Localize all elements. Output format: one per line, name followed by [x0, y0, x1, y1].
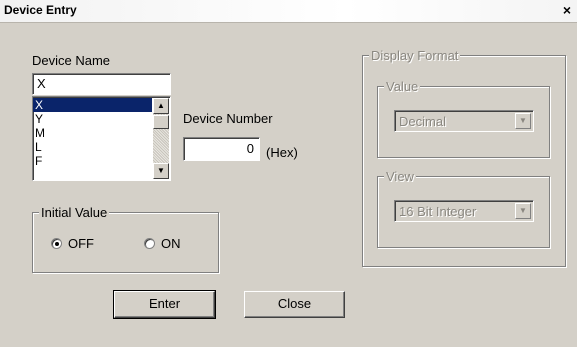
device-name-label: Device Name	[32, 53, 111, 68]
radio-on-label: ON	[161, 236, 181, 251]
close-icon[interactable]: ×	[563, 2, 571, 18]
scroll-down-icon[interactable]: ▼	[153, 163, 169, 179]
initial-value-group: Initial Value OFF ON	[32, 205, 219, 273]
list-item[interactable]: F	[33, 154, 152, 168]
list-scrollbar[interactable]: ▲ ▼	[153, 98, 169, 179]
list-item[interactable]: Y	[33, 112, 152, 126]
view-format-select: 16 Bit Integer ▼	[394, 200, 534, 222]
display-format-title: Display Format	[369, 48, 461, 63]
view-group-title: View	[384, 169, 416, 184]
value-group: Value Decimal ▼	[377, 79, 550, 158]
list-item[interactable]: X	[33, 98, 152, 112]
list-item[interactable]: M	[33, 126, 152, 140]
dropdown-arrow-icon: ▼	[515, 113, 531, 129]
close-button[interactable]: Close	[244, 291, 345, 318]
hex-unit-label: (Hex)	[266, 145, 298, 160]
radio-on[interactable]: ON	[144, 236, 181, 251]
view-format-text: 16 Bit Integer	[399, 204, 477, 219]
enter-button[interactable]: Enter	[113, 290, 216, 319]
value-group-title: Value	[384, 79, 421, 94]
device-name-input[interactable]: X	[32, 73, 171, 95]
value-format-text: Decimal	[399, 114, 446, 129]
display-format-group: Display Format Value Decimal ▼ View 16 B…	[362, 48, 566, 267]
dialog-title: Device Entry	[4, 3, 77, 17]
view-group: View 16 Bit Integer ▼	[377, 169, 550, 248]
radio-off-label: OFF	[68, 236, 94, 251]
value-format-select: Decimal ▼	[394, 110, 534, 132]
title-bar[interactable]: Device Entry ×	[0, 0, 577, 23]
initial-value-title: Initial Value	[39, 205, 110, 220]
radio-selected-icon[interactable]	[51, 238, 62, 249]
device-name-list[interactable]: X Y M L F ▲ ▼	[32, 96, 171, 181]
device-number-label: Device Number	[183, 111, 273, 126]
radio-unselected-icon[interactable]	[144, 238, 155, 249]
scroll-up-icon[interactable]: ▲	[153, 98, 169, 114]
list-item[interactable]: L	[33, 140, 152, 154]
device-entry-dialog: Device Entry × Device Name X X Y M L F ▲…	[0, 0, 577, 347]
device-number-input[interactable]: 0	[183, 137, 260, 161]
dropdown-arrow-icon: ▼	[515, 203, 531, 219]
radio-off[interactable]: OFF	[51, 236, 94, 251]
scroll-thumb[interactable]	[153, 115, 169, 129]
